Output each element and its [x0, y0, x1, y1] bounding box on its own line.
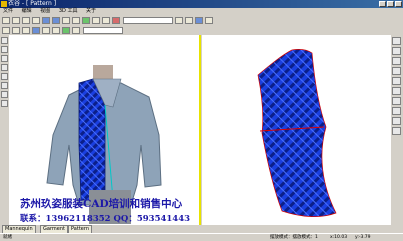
toolbar-field-2[interactable] — [83, 26, 123, 34]
window-title: 衣谷 - [ Pattern ] — [8, 0, 57, 7]
title-bar: 衣谷 - [ Pattern ] — [0, 0, 403, 8]
save-icon[interactable] — [22, 16, 30, 24]
rtool-notch-icon[interactable] — [392, 77, 401, 85]
menu-bar: 文件 编辑 视图 3D 工具 关于 — [0, 8, 403, 15]
menu-file[interactable]: 文件 — [3, 8, 13, 14]
contact-info: 联系：13962118352 QQ：593541443 — [20, 214, 191, 224]
toolbar-field[interactable] — [123, 16, 173, 24]
grid-icon[interactable] — [82, 16, 90, 24]
tool-curve-icon[interactable] — [1, 55, 8, 62]
rtool-merge-icon[interactable] — [392, 117, 401, 125]
rtool-pen-icon[interactable] — [392, 47, 401, 55]
zoom-in-icon[interactable] — [92, 16, 100, 24]
open-icon[interactable] — [12, 16, 20, 24]
right-tool-panel — [391, 35, 403, 225]
rtool-split-icon[interactable] — [392, 107, 401, 115]
fabric-icon[interactable] — [62, 26, 70, 34]
zoom-out-icon[interactable] — [102, 16, 110, 24]
rtool-select-icon[interactable] — [392, 37, 401, 45]
menu-3d-tools[interactable]: 3D 工具 — [59, 8, 78, 14]
training-center-banner: 苏州玖姿服装CAD培训和销售中心 — [20, 198, 183, 210]
settings-icon[interactable] — [175, 16, 183, 24]
rtool-seam-icon[interactable] — [392, 97, 401, 105]
view-tabs: Mannequin Garment Pattern — [0, 225, 403, 234]
pattern-piece-render — [257, 49, 337, 217]
maximize-button[interactable] — [387, 1, 394, 7]
minimize-button[interactable] — [379, 1, 386, 7]
print-icon[interactable] — [32, 16, 40, 24]
measure-icon[interactable] — [52, 26, 60, 34]
close-button[interactable] — [395, 1, 402, 7]
rtool-grain-icon[interactable] — [392, 87, 401, 95]
main-toolbar — [0, 15, 403, 25]
app-icon — [1, 1, 7, 7]
tool-text-icon[interactable] — [1, 100, 8, 107]
tool-point-icon[interactable] — [1, 64, 8, 71]
tool-cut-icon[interactable] — [1, 73, 8, 80]
copy-icon[interactable] — [72, 16, 80, 24]
layers-icon[interactable] — [185, 16, 193, 24]
simulate-icon[interactable] — [195, 16, 203, 24]
help-icon[interactable] — [205, 16, 213, 24]
sew-icon[interactable] — [32, 26, 40, 34]
menu-edit[interactable]: 编辑 — [22, 8, 32, 14]
pattern-piece[interactable] — [257, 49, 337, 217]
secondary-toolbar — [0, 25, 403, 35]
menu-about[interactable]: 关于 — [86, 8, 96, 14]
tool-line-icon[interactable] — [1, 46, 8, 53]
new-icon[interactable] — [2, 16, 10, 24]
stop-icon[interactable] — [112, 16, 120, 24]
tool-dart-icon[interactable] — [1, 82, 8, 89]
rtool-circle-icon[interactable] — [392, 67, 401, 75]
rotate-icon[interactable] — [22, 26, 30, 34]
redo-icon[interactable] — [52, 16, 60, 24]
select-icon[interactable] — [2, 26, 10, 34]
cut-icon[interactable] — [62, 16, 70, 24]
menu-view[interactable]: 视图 — [40, 8, 50, 14]
pin-icon[interactable] — [42, 26, 50, 34]
move-icon[interactable] — [12, 26, 20, 34]
left-tool-panel — [0, 35, 9, 225]
undo-icon[interactable] — [42, 16, 50, 24]
tool-mirror-icon[interactable] — [1, 91, 8, 98]
rtool-grade-icon[interactable] — [392, 127, 401, 135]
window-controls — [379, 1, 402, 7]
rtool-rect-icon[interactable] — [392, 57, 401, 65]
texture-icon[interactable] — [72, 26, 80, 34]
2d-pattern-view[interactable] — [202, 35, 391, 225]
tool-arrow-icon[interactable] — [1, 37, 8, 44]
